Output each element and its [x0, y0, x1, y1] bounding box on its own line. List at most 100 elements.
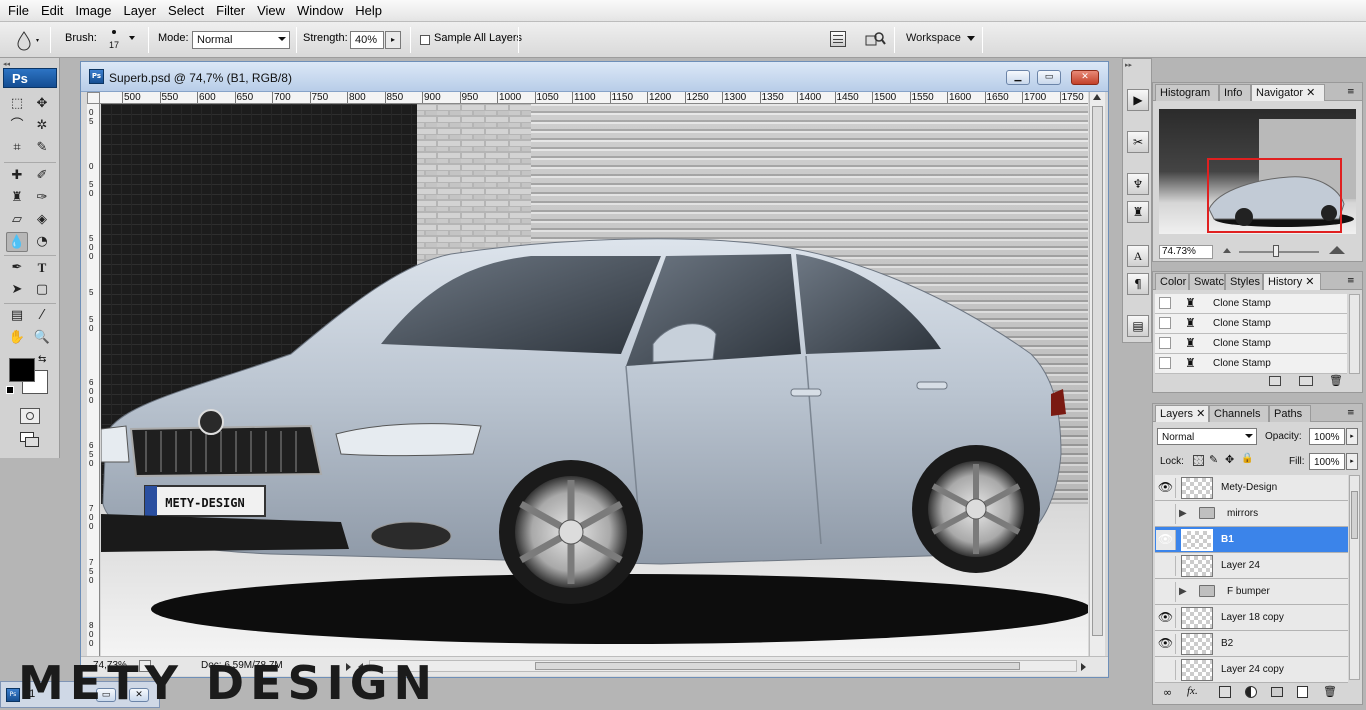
clone-stamp-tool-icon[interactable]: ♜: [6, 188, 28, 208]
foreground-color-swatch-top[interactable]: [9, 358, 35, 382]
tool-presets-icon[interactable]: ✂: [1127, 131, 1149, 153]
layer-comps-icon[interactable]: ▤: [1127, 315, 1149, 337]
history-item[interactable]: ♜ Clone Stamp: [1155, 314, 1347, 334]
visibility-toggle[interactable]: [1156, 556, 1176, 576]
healing-brush-tool-icon[interactable]: ✚: [6, 166, 28, 186]
horizontal-ruler[interactable]: 500 550 600 650 700 750 800 850 900 950 1000 1050 11…: [100, 92, 1088, 104]
history-item[interactable]: ♜ Clone Stamp: [1155, 354, 1347, 374]
lasso-tool-icon[interactable]: ⌒: [6, 116, 28, 136]
tab-history[interactable]: History ✕: [1263, 273, 1321, 290]
navigator-view-box[interactable]: [1207, 158, 1342, 233]
visibility-eye-icon[interactable]: 👁: [1156, 608, 1176, 628]
adjustment-layer-icon[interactable]: [1245, 686, 1257, 698]
tab-paths[interactable]: Paths: [1269, 405, 1311, 422]
photoshop-badge[interactable]: Ps: [3, 68, 57, 88]
navigator-zoom-value[interactable]: 74.73%: [1159, 245, 1213, 259]
tab-histogram[interactable]: Histogram: [1155, 84, 1219, 101]
brush-picker[interactable]: 17: [104, 26, 140, 54]
slice-tool-icon[interactable]: ✎: [31, 138, 53, 158]
strength-slider-button[interactable]: ▸: [385, 31, 401, 49]
navigator-thumbnail[interactable]: [1159, 109, 1356, 234]
hand-tool-icon[interactable]: ✋: [6, 328, 28, 348]
path-selection-tool-icon[interactable]: ➤: [6, 280, 28, 300]
new-layer-icon[interactable]: [1297, 686, 1308, 698]
ruler-origin[interactable]: [87, 92, 100, 104]
link-layers-icon[interactable]: ∞: [1163, 686, 1172, 699]
brush-tool-icon[interactable]: ✐: [31, 166, 53, 186]
history-item[interactable]: ♜ Clone Stamp: [1155, 334, 1347, 354]
menu-help[interactable]: Help: [349, 0, 388, 22]
character-icon[interactable]: A: [1127, 245, 1149, 267]
maximize-button[interactable]: ▭: [1037, 70, 1061, 85]
minimize-button[interactable]: ▁: [1006, 70, 1030, 85]
menu-select[interactable]: Select: [162, 0, 210, 22]
horizontal-scrollbar[interactable]: [369, 660, 1077, 672]
vertical-scrollbar[interactable]: [1089, 92, 1105, 656]
visibility-toggle[interactable]: [1156, 582, 1176, 602]
paint-bucket-tool-icon[interactable]: ◈: [31, 210, 53, 230]
layer-style-icon[interactable]: fx.: [1187, 685, 1198, 697]
layer-row[interactable]: Layer 24 copy: [1155, 657, 1348, 683]
layer-group-row[interactable]: ▶ F bumper: [1155, 579, 1348, 605]
tab-navigator[interactable]: Navigator ✕: [1251, 84, 1325, 101]
tools-grip[interactable]: ◂◂: [3, 60, 57, 68]
actions-icon[interactable]: ▶: [1127, 89, 1149, 111]
notes-tool-icon[interactable]: ▤: [6, 306, 28, 326]
menu-image[interactable]: Image: [69, 0, 117, 22]
swap-colors-icon[interactable]: ⇆: [38, 354, 46, 365]
add-mask-icon[interactable]: [1219, 686, 1231, 698]
tab-info[interactable]: Info: [1219, 84, 1251, 101]
zoom-tool-icon[interactable]: 🔍: [31, 328, 53, 348]
panel-menu-icon[interactable]: ≡: [1347, 276, 1355, 286]
menu-edit[interactable]: Edit: [35, 0, 69, 22]
menu-file[interactable]: File: [2, 0, 35, 22]
panel-menu-icon[interactable]: ≡: [1347, 408, 1355, 418]
move-tool-icon[interactable]: ✥: [31, 94, 53, 114]
trash-icon[interactable]: 🗑: [1329, 374, 1343, 387]
history-scrollbar[interactable]: [1349, 294, 1360, 374]
sample-all-layers-checkbox[interactable]: [420, 35, 430, 45]
trash-icon[interactable]: 🗑: [1323, 685, 1337, 698]
blur-tool-preset-icon[interactable]: [12, 29, 40, 51]
layer-row[interactable]: 👁 B2: [1155, 631, 1348, 657]
lock-image-pixels-icon[interactable]: ✎: [1209, 453, 1218, 466]
layer-group-row[interactable]: ▶ mirrors: [1155, 501, 1348, 527]
new-snapshot-icon[interactable]: [1299, 376, 1313, 386]
workspace-menu[interactable]: Workspace: [906, 31, 976, 44]
close-icon[interactable]: ✕: [1196, 408, 1205, 420]
navigator-zoom-slider-thumb[interactable]: [1273, 245, 1279, 257]
default-colors-icon[interactable]: [6, 386, 14, 394]
eyedropper-tool-icon[interactable]: ⁄: [31, 306, 53, 326]
navigator-zoom-slider[interactable]: [1239, 251, 1319, 253]
tab-channels[interactable]: Channels: [1209, 405, 1269, 422]
tab-layers[interactable]: Layers ✕: [1155, 405, 1209, 422]
tablet-pressure-icon[interactable]: [864, 30, 886, 48]
lock-all-icon[interactable]: 🔒: [1241, 453, 1253, 464]
visibility-toggle[interactable]: [1156, 504, 1176, 524]
shape-tool-icon[interactable]: ▢: [31, 280, 53, 300]
scroll-right-arrow[interactable]: [1081, 663, 1086, 671]
mode-dropdown[interactable]: Normal: [192, 31, 290, 49]
visibility-eye-icon[interactable]: 👁: [1156, 530, 1176, 550]
crop-tool-icon[interactable]: ⌗: [6, 138, 28, 158]
strength-input[interactable]: 40%: [350, 31, 384, 49]
tab-color[interactable]: Color: [1155, 273, 1189, 290]
pen-tool-icon[interactable]: ✒: [6, 258, 28, 278]
new-document-from-state-icon[interactable]: [1269, 376, 1281, 386]
opacity-input[interactable]: 100%: [1309, 428, 1345, 445]
zoom-in-icon[interactable]: [1329, 246, 1345, 254]
document-titlebar[interactable]: Ps Superb.psd @ 74,7% (B1, RGB/8) ▁ ▭ ✕: [81, 62, 1108, 92]
clone-source-icon[interactable]: ♆: [1127, 173, 1149, 195]
lock-position-icon[interactable]: ✥: [1225, 453, 1234, 466]
fill-input[interactable]: 100%: [1309, 453, 1345, 470]
scroll-up-arrow[interactable]: [1093, 94, 1101, 100]
horizontal-scroll-thumb[interactable]: [535, 662, 1020, 670]
layer-row[interactable]: Layer 24: [1155, 553, 1348, 579]
vertical-ruler[interactable]: 05050500550600650700750800: [87, 104, 100, 656]
new-group-icon[interactable]: [1271, 687, 1283, 697]
fill-slider-button[interactable]: ▸: [1346, 453, 1358, 470]
vertical-scroll-thumb[interactable]: [1092, 106, 1103, 636]
history-item[interactable]: ♜ Clone Stamp: [1155, 294, 1347, 314]
marquee-tool-icon[interactable]: ⬚: [6, 94, 28, 114]
opacity-slider-button[interactable]: ▸: [1346, 428, 1358, 445]
